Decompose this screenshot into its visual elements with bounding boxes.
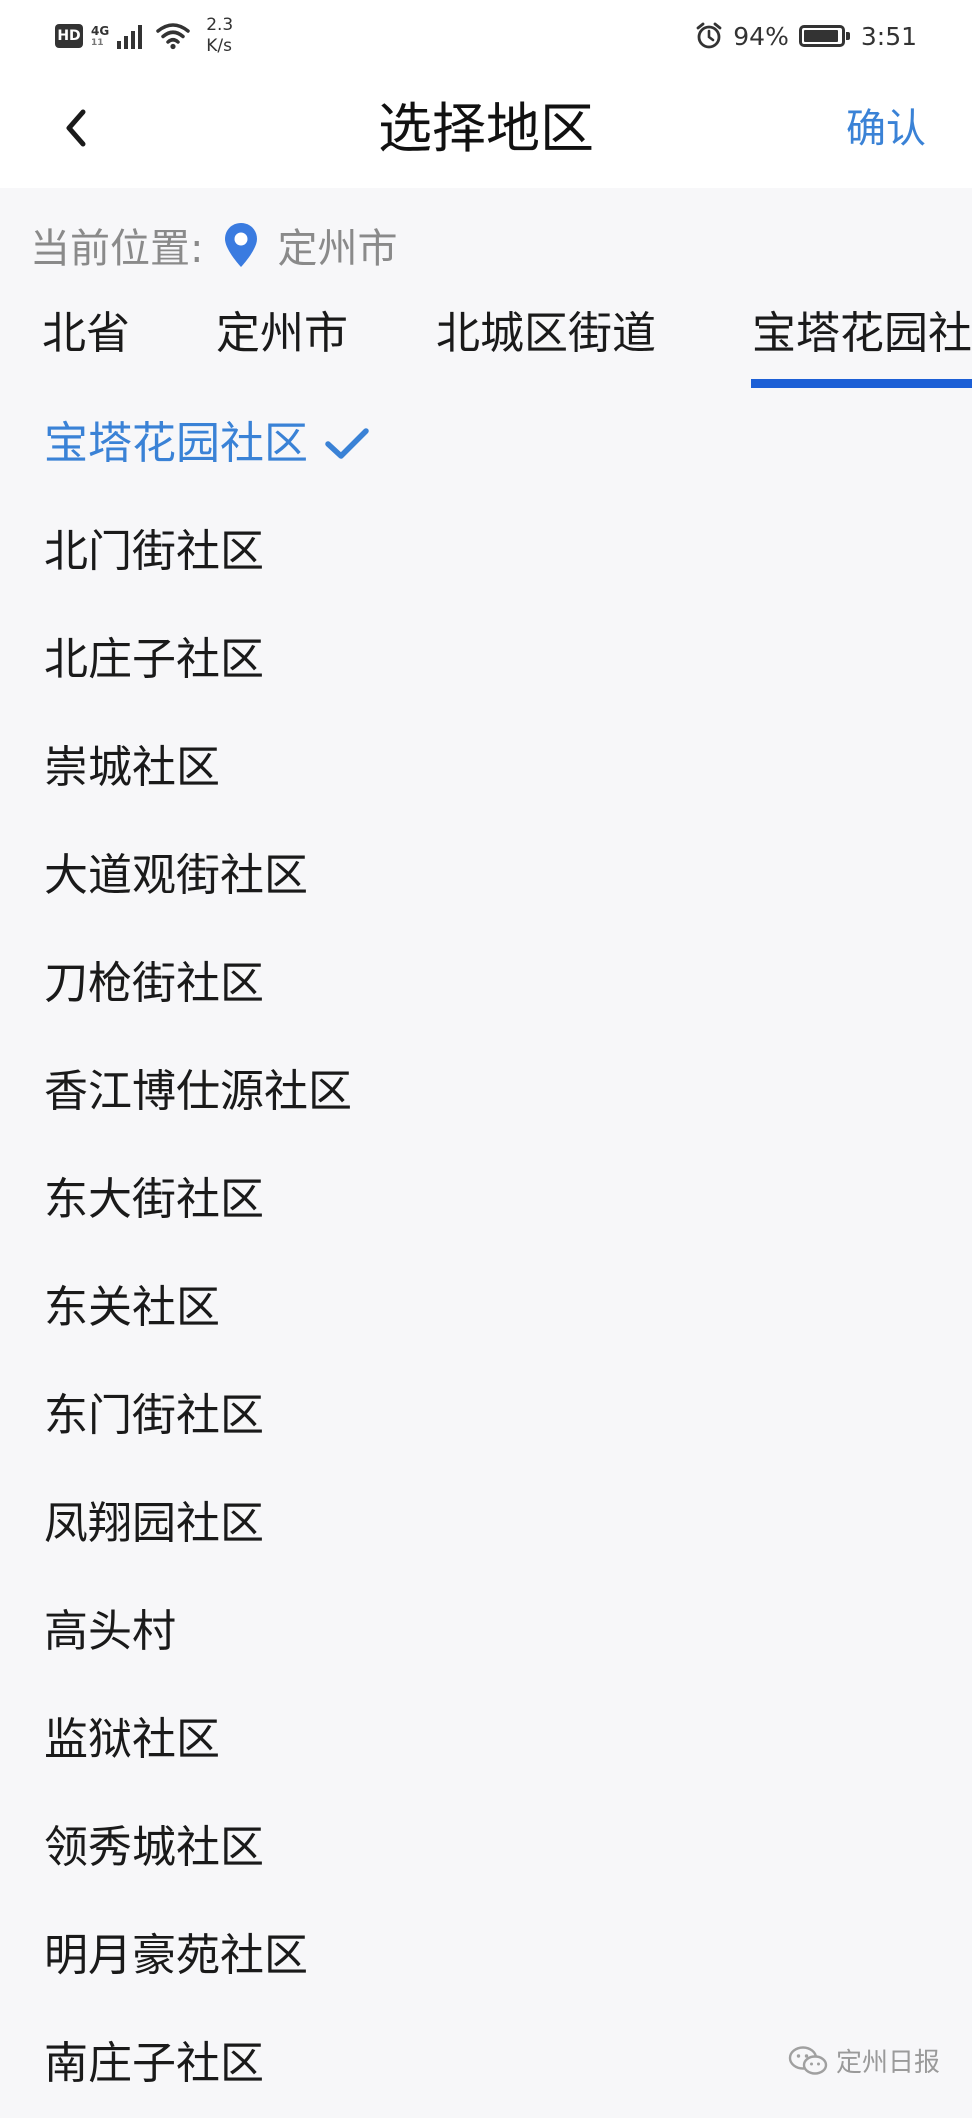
list-item[interactable]: 崇城社区 bbox=[44, 714, 220, 822]
list-item[interactable]: 凤翔园社区 bbox=[44, 1470, 264, 1578]
battery-percent: 94% bbox=[733, 21, 789, 51]
wechat-icon bbox=[788, 2045, 828, 2077]
page-title: 选择地区 bbox=[378, 97, 594, 160]
list-item[interactable]: 东门街社区 bbox=[44, 1362, 264, 1470]
list-item[interactable]: 东关社区 bbox=[44, 1254, 220, 1362]
tab-city[interactable]: 定州市 bbox=[216, 295, 348, 383]
back-button[interactable] bbox=[48, 100, 104, 156]
list-item[interactable]: 高头村 bbox=[44, 1578, 176, 1686]
check-icon bbox=[322, 424, 372, 464]
signal-icon bbox=[117, 23, 143, 49]
network-speed-value: 2.3 bbox=[206, 15, 234, 35]
list-item[interactable]: 香江博仕源社区 bbox=[44, 1038, 352, 1146]
region-level-tabs: 北省 定州市 北城区街道 宝塔花园社区 bbox=[0, 295, 972, 390]
wifi-icon bbox=[156, 22, 190, 50]
list-item[interactable]: 北庄子社区 bbox=[44, 606, 264, 714]
battery-icon bbox=[798, 25, 850, 47]
list-item[interactable]: 监狱社区 bbox=[44, 1686, 220, 1794]
list-item-label: 宝塔花园社区 bbox=[44, 418, 308, 469]
list-item[interactable]: 东大街社区 bbox=[44, 1146, 264, 1254]
network-sim-label: 11 bbox=[91, 37, 104, 48]
alarm-icon bbox=[695, 22, 723, 50]
chevron-left-icon bbox=[61, 107, 91, 149]
status-bar: HD 4G 11 2.3 K/s 94% 3:51 bbox=[0, 0, 972, 70]
hd-badge: HD bbox=[55, 24, 83, 48]
current-location-value[interactable]: 定州市 bbox=[277, 216, 397, 274]
clock: 3:51 bbox=[860, 21, 917, 51]
status-bar-left: HD 4G 11 2.3 K/s bbox=[55, 14, 233, 58]
tab-street[interactable]: 北城区街道 bbox=[436, 295, 656, 383]
list-item[interactable]: 南庄子社区 bbox=[44, 2010, 264, 2118]
list-item[interactable]: 刀枪街社区 bbox=[44, 930, 264, 1038]
list-item-selected[interactable]: 宝塔花园社区 bbox=[44, 390, 372, 498]
list-item[interactable]: 明月豪苑社区 bbox=[44, 1902, 308, 2010]
list-item[interactable]: 领秀城社区 bbox=[44, 1794, 264, 1902]
current-location-label: 当前位置: bbox=[30, 226, 204, 272]
network-type: 4G 11 bbox=[91, 23, 110, 48]
tab-community[interactable]: 宝塔花园社区 bbox=[752, 295, 972, 383]
tab-province[interactable]: 北省 bbox=[42, 295, 130, 383]
tab-active-indicator bbox=[751, 379, 972, 388]
network-type-label: 4G bbox=[91, 23, 110, 38]
watermark-text: 定州日报 bbox=[835, 2048, 940, 2078]
map-pin-icon bbox=[223, 221, 259, 269]
nav-bar: 选择地区 确认 bbox=[0, 70, 972, 188]
status-bar-right: 94% 3:51 bbox=[695, 14, 917, 58]
list-item[interactable]: 大道观街社区 bbox=[44, 822, 308, 930]
list-item[interactable]: 北门街社区 bbox=[44, 498, 264, 606]
network-speed: 2.3 K/s bbox=[206, 15, 233, 57]
confirm-button[interactable]: 确认 bbox=[846, 70, 926, 188]
current-location: 当前位置: 定州市 bbox=[30, 215, 397, 275]
network-speed-unit: K/s bbox=[206, 36, 232, 56]
watermark: 定州日报 bbox=[788, 2042, 940, 2079]
